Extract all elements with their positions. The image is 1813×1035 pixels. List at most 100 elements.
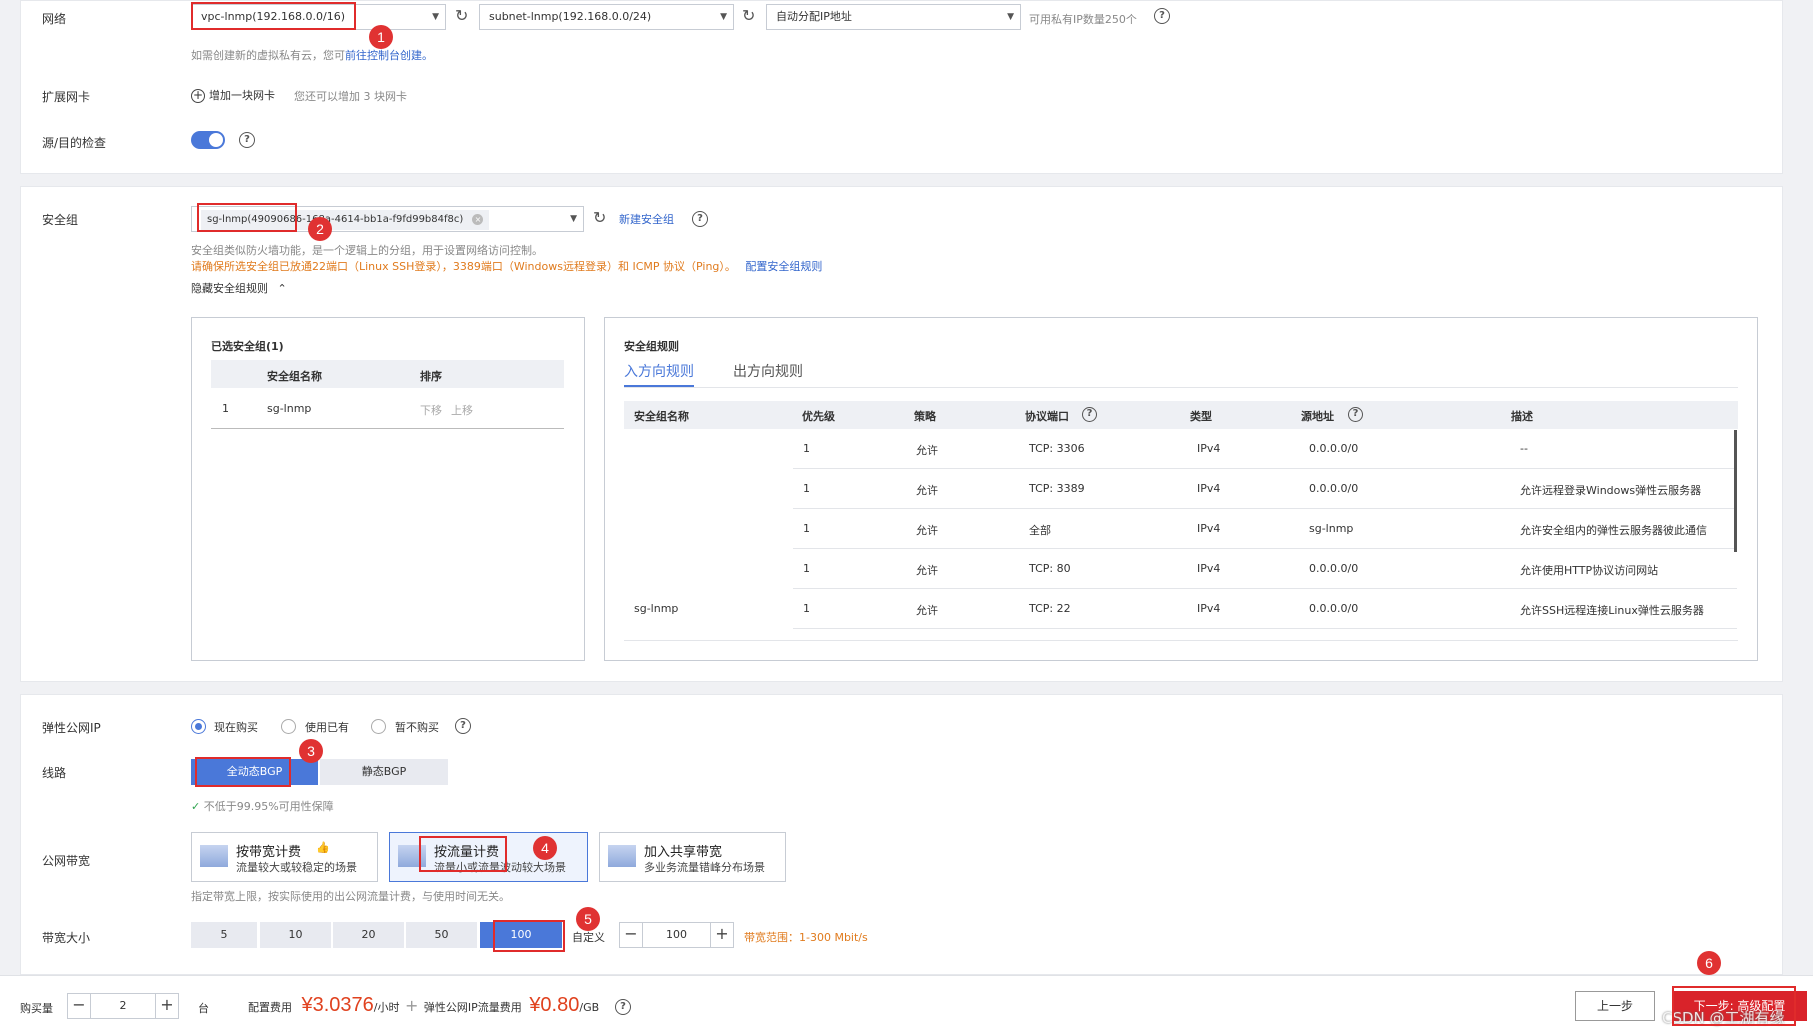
qty-input[interactable]: 2 xyxy=(91,993,155,1019)
rule-desc: 允许安全组内的弹性云服务器彼此通信 xyxy=(1520,524,1707,537)
cost-label: 配置费用 xyxy=(248,1001,292,1014)
bandwidth-20[interactable]: 20 xyxy=(333,922,404,948)
line-static-bgp[interactable]: 静态BGP xyxy=(320,759,448,785)
rule-policy: 允许 xyxy=(916,444,938,457)
add-nic-button[interactable]: + 增加一块网卡 xyxy=(191,87,275,103)
rule-desc: 允许远程登录Windows弹性云服务器 xyxy=(1520,484,1702,497)
refresh-icon[interactable]: ↻ xyxy=(593,210,606,226)
rule-type: IPv4 xyxy=(1197,442,1221,455)
bill-option-sub: 多业务流量错峰分布场景 xyxy=(644,861,765,874)
help-icon[interactable]: ? xyxy=(1154,8,1170,24)
rule-source-link[interactable]: sg-lnmp xyxy=(1309,522,1353,535)
rules-col-policy: 策略 xyxy=(914,410,936,423)
hide-rules-toggle[interactable]: 隐藏安全组规则 ⌃ xyxy=(191,280,287,296)
move-up-link[interactable]: 上移 xyxy=(451,402,473,418)
shared-bandwidth-card[interactable]: 加入共享带宽 多业务流量错峰分布场景 xyxy=(599,832,786,882)
annotation-badge-2: 2 xyxy=(308,217,332,241)
custom-label: 自定义 xyxy=(572,931,605,944)
rule-port: TCP: 80 xyxy=(1029,562,1071,575)
new-sg-link[interactable]: 新建安全组 xyxy=(619,211,674,227)
rules-col-desc: 描述 xyxy=(1511,410,1533,423)
create-vpc-link[interactable]: 前往控制台创建。 xyxy=(345,49,433,62)
rules-header xyxy=(624,401,1738,429)
src-dst-label: 源/目的检查 xyxy=(42,136,107,150)
qty-decrease-button[interactable]: − xyxy=(67,993,91,1019)
thumbs-up-icon: 👍 xyxy=(316,841,330,854)
bandwidth-icon xyxy=(200,845,228,867)
help-icon[interactable]: ? xyxy=(1082,407,1097,422)
ip-count-text: 可用私有IP数量250个 xyxy=(1029,13,1137,26)
src-dst-toggle[interactable] xyxy=(191,131,225,149)
rule-source: 0.0.0.0/0 xyxy=(1309,442,1359,455)
rule-desc: -- xyxy=(1520,442,1528,455)
bill-by-bandwidth-card[interactable]: 按带宽计费 👍 流量较大或较稳定的场景 xyxy=(191,832,378,882)
annotation-badge-4: 4 xyxy=(533,836,557,860)
qty-increase-button[interactable]: + xyxy=(155,993,179,1019)
eip-unit: /GB xyxy=(579,1001,600,1014)
config-sg-rules-link[interactable]: 配置安全组规则 xyxy=(745,260,822,273)
subnet-value: subnet-lnmp(192.168.0.0/24) xyxy=(489,10,652,23)
bandwidth-10[interactable]: 10 xyxy=(260,922,331,948)
help-icon[interactable]: ? xyxy=(615,999,631,1015)
help-icon[interactable]: ? xyxy=(692,211,708,227)
shared-bandwidth-icon xyxy=(608,845,636,867)
chevron-up-icon: ⌃ xyxy=(277,282,287,295)
selected-row-index: 1 xyxy=(222,402,229,415)
bandwidth-increase-button[interactable]: + xyxy=(710,922,734,948)
help-icon[interactable]: ? xyxy=(455,718,471,734)
refresh-icon[interactable]: ↻ xyxy=(742,8,755,24)
rule-type: IPv4 xyxy=(1197,562,1221,575)
col-header-order: 排序 xyxy=(420,370,442,383)
radio-use-existing[interactable] xyxy=(281,719,296,734)
clear-icon[interactable]: × xyxy=(472,214,484,225)
bandwidth-type-hint: 指定带宽上限，按实际使用的出公网流量计费，与使用时间无关。 xyxy=(191,890,510,903)
col-header-name: 安全组名称 xyxy=(267,370,322,383)
tab-outbound[interactable]: 出方向规则 xyxy=(733,361,803,381)
rule-source: 0.0.0.0/0 xyxy=(1309,482,1359,495)
divider xyxy=(211,428,564,429)
tab-inbound[interactable]: 入方向规则 xyxy=(624,361,694,381)
bandwidth-5[interactable]: 5 xyxy=(191,922,257,948)
rules-col-port: 协议端口 xyxy=(1025,410,1069,423)
chevron-down-icon: ▼ xyxy=(720,12,727,22)
qty-unit: 台 xyxy=(198,1002,209,1015)
eip-label: 弹性公网IP xyxy=(42,721,101,735)
sg-desc: 安全组类似防火墙功能，是一个逻辑上的分组，用于设置网络访问控制。 xyxy=(191,244,543,257)
annotation-badge-3: 3 xyxy=(299,739,323,763)
selected-row-name: sg-lnmp xyxy=(267,402,312,415)
plus-sign: + xyxy=(405,996,419,1015)
annotation-badge-6: 6 xyxy=(1697,951,1721,975)
annotation-badge-1: 1 xyxy=(369,25,393,49)
rule-group-name: sg-lnmp xyxy=(634,602,679,615)
annotation-box-line xyxy=(195,757,291,787)
line-label: 线路 xyxy=(42,766,67,780)
ip-mode-select[interactable]: 自动分配IP地址 ▼ xyxy=(766,4,1021,30)
bandwidth-50[interactable]: 50 xyxy=(406,922,477,948)
rule-policy: 允许 xyxy=(916,484,938,497)
rule-source: 0.0.0.0/0 xyxy=(1309,562,1359,575)
annotation-box-vpc xyxy=(191,2,356,30)
row-divider xyxy=(793,548,1737,549)
selected-sg-title: 已选安全组(1) xyxy=(211,340,284,353)
help-icon[interactable]: ? xyxy=(239,132,255,148)
refresh-icon[interactable]: ↻ xyxy=(455,8,468,24)
bill-option-sub: 流量较大或较稳定的场景 xyxy=(236,861,357,874)
subnet-select[interactable]: subnet-lnmp(192.168.0.0/24) ▼ xyxy=(479,4,734,30)
rule-port: TCP: 22 xyxy=(1029,602,1071,615)
row-divider xyxy=(793,628,1737,629)
bill-option-title: 按带宽计费 xyxy=(236,845,302,860)
ext-nic-label: 扩展网卡 xyxy=(42,90,91,104)
radio-not-buy[interactable] xyxy=(371,719,386,734)
radio-buy-now[interactable] xyxy=(191,719,206,734)
move-down-link[interactable]: 下移 xyxy=(420,402,442,418)
qty-label: 购买量 xyxy=(20,1002,53,1015)
radio-buy-now-label: 现在购买 xyxy=(214,721,258,734)
scrollbar[interactable] xyxy=(1734,430,1737,552)
plus-circle-icon: + xyxy=(191,88,205,103)
prev-button[interactable]: 上一步 xyxy=(1575,991,1655,1021)
cost-summary: 配置费用 ¥3.0376/小时 + 弹性公网IP流量费用 ¥0.80/GB xyxy=(248,994,599,1017)
help-icon[interactable]: ? xyxy=(1348,407,1363,422)
bandwidth-decrease-button[interactable]: − xyxy=(619,922,643,948)
bandwidth-custom-input[interactable]: 100 xyxy=(643,922,710,948)
bill-option-title: 加入共享带宽 xyxy=(644,845,723,860)
